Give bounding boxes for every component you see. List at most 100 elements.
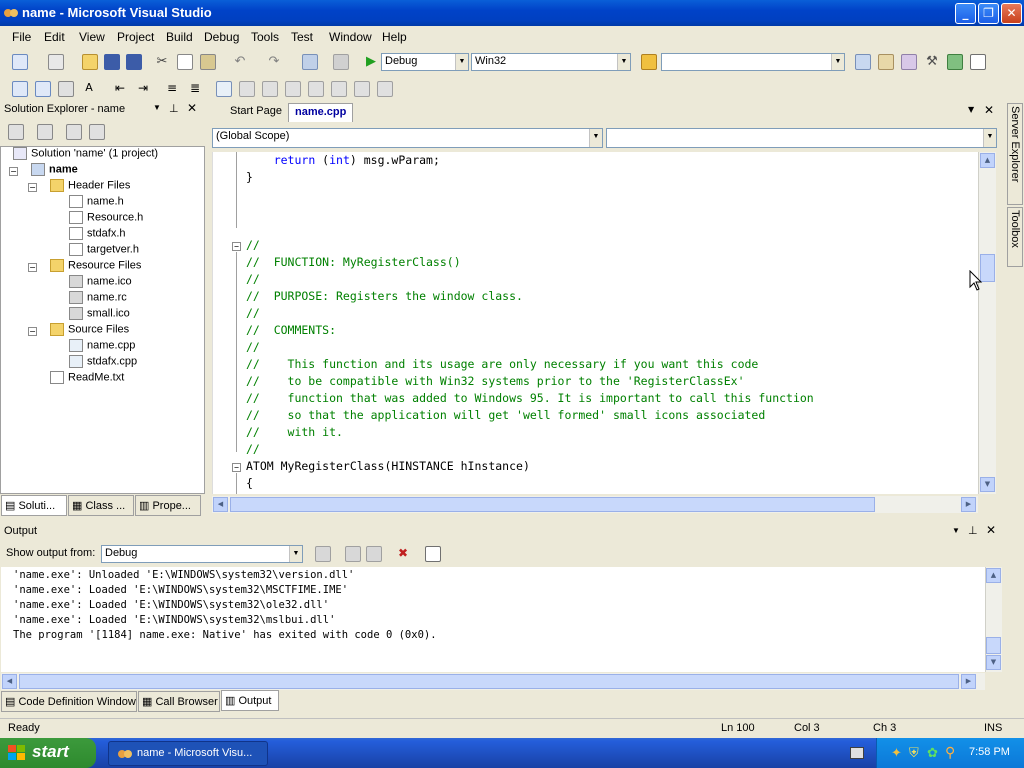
tab-toolbox[interactable]: Toolbox [1007,207,1023,267]
tray-app-icon[interactable]: ✿ [927,745,938,761]
close-button[interactable]: ✕ [1001,3,1022,24]
scroll-right-icon[interactable]: ▶ [961,497,976,512]
save-all-icon[interactable] [126,54,142,70]
display-object-member-list-icon[interactable] [12,81,28,97]
clear-all-icon[interactable]: ✖ [395,546,411,562]
restore-button[interactable]: ❐ [978,3,999,24]
tree-file[interactable]: name.ico [69,275,132,288]
open-folder-icon[interactable] [82,54,98,70]
menu-window[interactable]: Window [329,30,372,44]
output-horizontal-scrollbar[interactable]: ◀ ▶ [1,673,985,690]
show-all-files-icon[interactable] [37,124,53,140]
tab-name-cpp[interactable]: name.cpp [288,103,354,122]
security-shield-icon[interactable]: ⛨ [909,745,919,761]
tree-header-files[interactable]: Header Files [50,179,130,192]
close-icon[interactable]: ✕ [984,103,994,117]
tree-file[interactable]: targetver.h [69,243,139,256]
search-icon[interactable]: ⚲ [945,744,955,761]
solution-platform-select[interactable]: Win32 ▼ [471,53,631,71]
next-bookmark-in-folder-icon[interactable] [308,81,324,97]
go-to-next-message-icon[interactable] [366,546,382,562]
redo-icon[interactable]: ↷ [266,54,282,70]
scroll-down-icon[interactable]: ▼ [980,477,995,492]
tab-solution-explorer[interactable]: ▤ Soluti... [1,495,67,516]
solution-configuration-select[interactable]: Debug ▼ [381,53,469,71]
menu-view[interactable]: View [79,30,105,44]
next-bookmark-in-document-icon[interactable] [354,81,370,97]
menu-file[interactable]: File [12,30,31,44]
scroll-up-icon[interactable]: ▲ [986,568,1001,583]
previous-bookmark-in-document-icon[interactable] [331,81,347,97]
output-vertical-scrollbar[interactable]: ▲ ▼ [985,567,1002,672]
find-combo[interactable]: ▼ [661,53,845,71]
scroll-down-icon[interactable]: ▼ [986,655,1001,670]
tree-source-files[interactable]: Source Files [50,323,129,336]
collapse-region-icon[interactable]: − [232,242,241,251]
toggle-bookmark-icon[interactable] [216,81,232,97]
menu-project[interactable]: Project [117,30,154,44]
start-button[interactable]: start [0,738,96,768]
scope-dropdown[interactable]: (Global Scope) ▼ [212,128,603,148]
increase-indent-icon[interactable]: ⇥ [135,81,151,97]
undo-icon[interactable]: ↶ [232,54,248,70]
display-parameter-info-icon[interactable] [35,81,51,97]
scroll-thumb[interactable] [19,674,959,689]
chevron-down-icon[interactable]: ▼ [968,105,974,114]
editor-vertical-scrollbar[interactable]: ▲ ▼ [978,152,996,494]
close-icon[interactable]: ✕ [986,523,996,537]
display-word-completion-icon[interactable]: A [81,81,97,97]
tree-file[interactable]: name.rc [69,291,127,304]
collapse-icon[interactable]: − [28,263,37,272]
scroll-thumb[interactable] [986,637,1001,654]
tree-file[interactable]: name.h [69,195,124,208]
comment-lines-icon[interactable]: ≡ [164,81,180,97]
menu-build[interactable]: Build [166,30,193,44]
display-quick-info-icon[interactable] [58,81,74,97]
properties-icon[interactable] [8,124,24,140]
toggle-word-wrap-icon[interactable] [425,546,441,562]
taskbar-item-visual-studio[interactable]: name - Microsoft Visu... [108,741,268,766]
object-browser-icon[interactable] [901,54,917,70]
save-icon[interactable] [104,54,120,70]
collapse-icon[interactable]: − [9,167,18,176]
collapse-icon[interactable]: − [28,327,37,336]
start-debugging-icon[interactable]: ▶ [363,54,379,70]
class-diagram-icon[interactable] [89,124,105,140]
collapse-icon[interactable]: − [28,183,37,192]
tab-start-page[interactable]: Start Page [224,103,288,122]
member-dropdown[interactable]: ▼ [606,128,997,148]
find-in-files-icon[interactable] [641,54,657,70]
refresh-icon[interactable] [66,124,82,140]
scroll-thumb[interactable] [230,497,875,512]
editor-horizontal-scrollbar[interactable]: ◀ ▶ [212,496,978,513]
keyboard-icon[interactable] [850,747,864,759]
title-bar[interactable]: name - Microsoft Visual Studio _ ❐ ✕ [0,0,1024,26]
previous-bookmark-in-folder-icon[interactable] [285,81,301,97]
tab-server-explorer[interactable]: Server Explorer [1007,103,1023,205]
uncomment-lines-icon[interactable]: ≣ [187,81,203,97]
solution-explorer-icon[interactable] [855,54,871,70]
tab-class-view[interactable]: ▦ Class ... [68,495,134,516]
tab-call-browser[interactable]: ▦ Call Browser [138,691,220,712]
go-to-previous-message-icon[interactable] [345,546,361,562]
tree-project[interactable]: name [31,163,78,176]
output-source-select[interactable]: Debug ▼ [101,545,303,563]
properties-window-icon[interactable] [878,54,894,70]
chevron-down-icon[interactable]: ▼ [952,526,960,535]
pin-icon[interactable]: ⊥ [968,524,978,537]
menu-help[interactable]: Help [382,30,407,44]
tree-resource-files[interactable]: Resource Files [50,259,141,272]
tab-output[interactable]: ▥ Output [221,690,279,711]
navigate-back-icon[interactable] [302,54,318,70]
paste-icon[interactable] [200,54,216,70]
output-text-area[interactable]: 'name.exe': Unloaded 'E:\WINDOWS\system3… [1,567,986,672]
tree-file[interactable]: Resource.h [69,211,143,224]
chevron-down-icon[interactable]: ▼ [153,103,161,112]
previous-bookmark-icon[interactable] [239,81,255,97]
menu-edit[interactable]: Edit [44,30,65,44]
menu-debug[interactable]: Debug [204,30,239,44]
tree-file[interactable]: ReadMe.txt [50,371,124,384]
close-icon[interactable]: ✕ [187,101,197,115]
decrease-indent-icon[interactable]: ⇤ [112,81,128,97]
tree-solution[interactable]: Solution 'name' (1 project) [13,147,158,160]
